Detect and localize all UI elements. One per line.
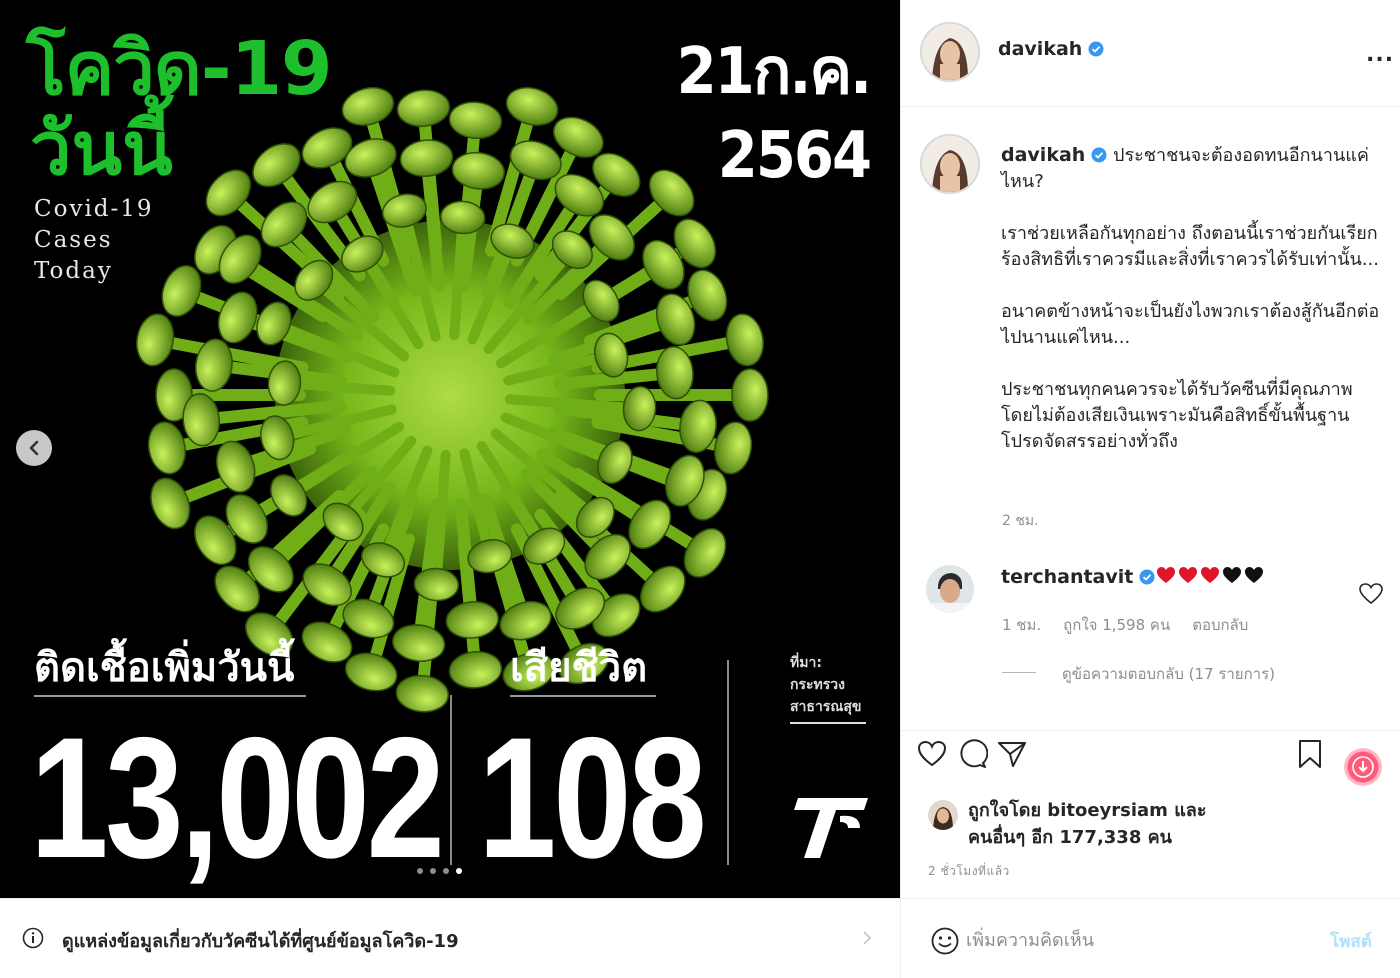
info-icon	[22, 927, 44, 949]
caption-paragraph: ประชาชนทุกคนควรจะได้รับวัคซีนที่มีคุณภาพ…	[1001, 379, 1353, 452]
caption-paragraph: เราช่วยเหลือกันทุกอย่าง ถึงตอนนี้เราช่วย…	[1001, 223, 1379, 270]
caption-timestamp[interactable]: 2 ชม.	[1002, 510, 1039, 532]
post-caption: davikah ประชาชนจะต้องอดทนอีกนานแค่ไหน? เ…	[1001, 142, 1386, 455]
carousel-dot	[430, 868, 436, 874]
subtitle-line: Cases	[34, 227, 113, 253]
profile-photo	[922, 24, 978, 80]
post-comment-button[interactable]: โพสต์	[1330, 928, 1372, 955]
profile-photo	[922, 136, 978, 192]
heart-icon[interactable]	[916, 738, 948, 770]
profile-photo	[926, 565, 974, 613]
avatar[interactable]	[926, 565, 974, 613]
carousel-dot	[456, 868, 462, 874]
carousel-dot	[417, 868, 423, 874]
download-button[interactable]	[1344, 748, 1382, 786]
profile-photo	[928, 800, 958, 830]
comment-meta: 1 ชม. ถูกใจ 1,598 คน ตอบกลับ	[1002, 613, 1248, 637]
verified-badge-icon	[1139, 569, 1155, 585]
caption-first-line: davikah ประชาชนจะต้องอดทนอีกนานแค่ไหน?	[1001, 142, 1386, 195]
red-heart-icon	[1179, 567, 1197, 583]
chevron-right-icon[interactable]	[860, 928, 874, 948]
caption-username[interactable]: davikah	[1001, 144, 1085, 166]
divider	[727, 660, 729, 865]
divider	[1002, 672, 1036, 673]
likes-line[interactable]: คนอื่นๆ อีก 177,338 คน	[968, 824, 1268, 851]
username-text[interactable]: davikah	[998, 38, 1082, 60]
bookmark-icon[interactable]	[1294, 738, 1326, 770]
source-note: ที่มา: กระทรวง สาธารณสุข	[790, 652, 861, 718]
emoji-icon[interactable]	[930, 926, 960, 956]
verified-badge-icon	[1088, 41, 1104, 57]
subtitle-line: Covid-19	[34, 196, 154, 222]
avatar[interactable]	[920, 22, 980, 82]
download-icon	[1352, 756, 1374, 778]
vaccine-info-link[interactable]: ดูแหล่งข้อมูลเกี่ยวกับวัคซีนได้ที่ศูนย์ข…	[62, 926, 459, 955]
divider	[510, 695, 656, 697]
more-options-button[interactable]: ...	[1366, 42, 1394, 67]
divider	[900, 106, 1400, 107]
deaths-label: เสียชีวิต	[510, 645, 648, 691]
view-replies-button[interactable]: ดูข้อความตอบกลับ (17 รายการ)	[1062, 662, 1275, 686]
avatar[interactable]	[920, 134, 980, 194]
post-image[interactable]: โควิด-19 วันนี้ Covid-19 Cases Today 21ก…	[0, 0, 900, 898]
caption-paragraph: อนาคตข้างหน้าจะเป็นยังไงพวกเราต้องสู้กัน…	[1001, 301, 1380, 348]
carousel-dot	[443, 868, 449, 874]
black-heart-icon	[1223, 567, 1241, 583]
red-heart-icon	[1157, 567, 1175, 583]
likes-line[interactable]: ถูกใจโดย bitoeyrsiam และ	[968, 797, 1268, 824]
reply-button[interactable]: ตอบกลับ	[1192, 613, 1248, 637]
date-day-month: 21ก.ค.	[676, 35, 872, 109]
divider	[900, 898, 1400, 899]
likes-summary[interactable]: ถูกใจโดย bitoeyrsiam และ คนอื่นๆ อีก 177…	[968, 797, 1268, 851]
divider	[900, 730, 1400, 731]
date-year: 2564	[717, 119, 872, 193]
username-text[interactable]: terchantavit	[1001, 566, 1133, 588]
black-heart-icon	[1245, 567, 1263, 583]
subtitle-line: Today	[34, 258, 113, 284]
share-icon[interactable]	[996, 738, 1028, 770]
title-thai-covid: โควิด-19	[26, 26, 333, 112]
carousel-indicator	[417, 868, 462, 874]
brand-logo-icon	[794, 798, 868, 858]
divider	[34, 695, 306, 697]
chevron-left-icon	[29, 440, 39, 456]
red-heart-icon	[1201, 567, 1219, 583]
header-username[interactable]: davikah	[998, 38, 1104, 60]
infected-label: ติดเชื้อเพิ่มวันนี้	[34, 645, 295, 691]
source-line: ที่มา:	[790, 655, 822, 671]
deaths-count: 108	[478, 702, 707, 894]
infected-count: 13,002	[30, 702, 445, 894]
comment-icon[interactable]	[956, 738, 988, 770]
carousel-prev-button[interactable]	[16, 430, 52, 466]
comment-time[interactable]: 1 ชม.	[1002, 613, 1041, 637]
comment-username[interactable]: terchantavit	[1001, 566, 1155, 588]
comment-likes[interactable]: ถูกใจ 1,598 คน	[1063, 613, 1170, 637]
verified-badge-icon	[1091, 147, 1107, 163]
source-line: กระทรวง	[790, 677, 845, 693]
divider	[450, 695, 452, 865]
source-line: สาธารณสุข	[790, 699, 862, 715]
comment-text-hearts	[1156, 566, 1264, 584]
comment-heart-icon[interactable]	[1358, 582, 1384, 606]
title-thai-today: วันนี้	[30, 106, 173, 192]
avatar[interactable]	[928, 800, 958, 830]
comment-input[interactable]	[966, 924, 1306, 956]
post-timestamp[interactable]: 2 ชั่วโมงที่แล้ว	[928, 862, 1010, 881]
divider	[790, 722, 866, 724]
